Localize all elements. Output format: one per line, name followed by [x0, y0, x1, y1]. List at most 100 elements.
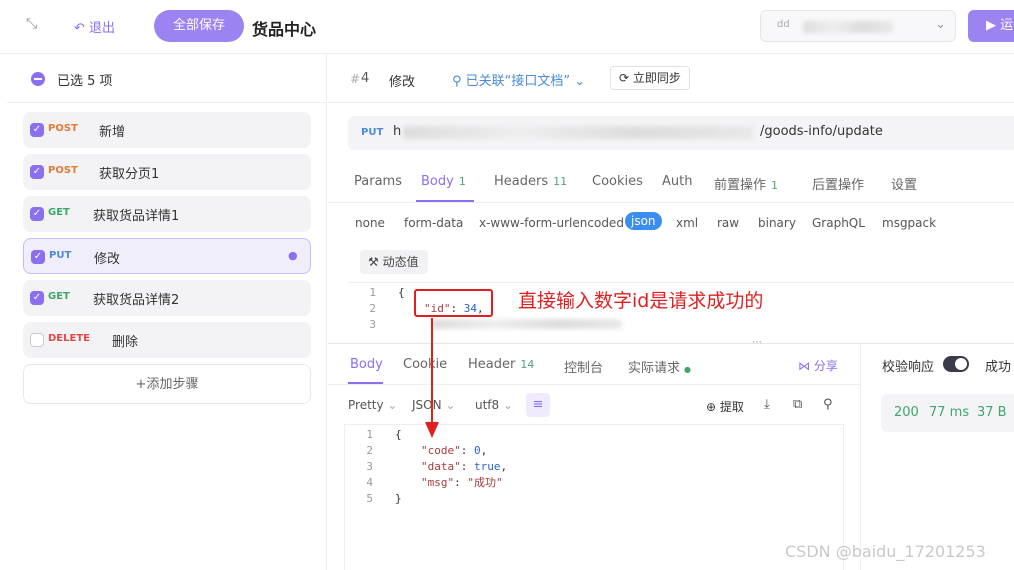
env-name-redacted [803, 21, 893, 33]
dynamic-value-button[interactable]: ⚒ 动态值 [360, 250, 428, 274]
step-checkbox[interactable]: ✓ [30, 123, 44, 137]
url-suffix: /goods-info/update [760, 124, 883, 139]
validate-toggle[interactable] [943, 356, 969, 372]
sync-button[interactable]: ⟳ 立即同步 [610, 66, 690, 90]
annotation-box [414, 289, 493, 317]
select-all-checkbox[interactable] [31, 72, 45, 86]
extract-button[interactable]: ⊕ 提取 [706, 398, 744, 415]
body-format-option[interactable]: x-www-form-urlencoded [479, 216, 624, 230]
copy-icon[interactable]: ⧉ [793, 397, 802, 412]
chevron-down-icon: ⌄ [935, 17, 946, 32]
selected-count: 已选 5 项 [57, 74, 113, 89]
tab-label: Cookies [592, 174, 643, 189]
request-tab[interactable]: Headers 11 [494, 174, 567, 189]
validation-panel: 校验响应 成功 200 77 ms 37 B [860, 344, 1014, 570]
step-name: 获取货品详情1 [93, 209, 180, 224]
request-tab[interactable]: 设置 [891, 174, 917, 193]
tab-label: Auth [662, 174, 693, 189]
step-item[interactable]: ✓ PUT 修改 ● [23, 238, 311, 274]
step-checkbox[interactable]: ✓ [30, 291, 44, 305]
body-format-option[interactable]: GraphQL [812, 216, 865, 230]
body-format-option[interactable]: msgpack [882, 216, 936, 230]
code-line: } [395, 492, 402, 505]
tab-label: 前置操作 [714, 178, 767, 193]
tab-label: Body [350, 357, 383, 372]
format-button[interactable]: ≡ [526, 393, 550, 417]
undo-icon: ↶ [74, 21, 85, 36]
save-all-button[interactable]: 全部保存 [154, 10, 244, 42]
step-name: 获取货品详情2 [93, 293, 180, 308]
run-button[interactable]: ▶ 运 [968, 10, 1014, 42]
play-icon: ▶ [986, 18, 996, 33]
body-format-option[interactable]: binary [758, 216, 796, 230]
url-redacted [403, 126, 753, 139]
body-format-option[interactable]: form-data [404, 216, 463, 230]
step-name: 修改 [389, 75, 416, 90]
request-tab[interactable]: Body 1 [421, 174, 466, 189]
method-badge: PUT [49, 250, 72, 261]
tab-label: Header [468, 357, 516, 372]
chevron-down-icon: ⌄ [445, 398, 456, 412]
method-badge: DELETE [48, 333, 90, 344]
body-format-option[interactable]: none [355, 216, 385, 230]
request-tab[interactable]: Cookies [592, 174, 643, 189]
code-line: "msg": "成功" [421, 476, 503, 489]
encoding-select[interactable]: utf8 ⌄ [475, 398, 513, 412]
response-panel: Body Cookie Header 14 控制台 实际请求 ● ⋈ 分享 Pretty ⌄… [328, 344, 860, 570]
response-tab[interactable]: 控制台 [564, 357, 603, 376]
exit-label: 退出 [89, 21, 116, 36]
body-format-option[interactable]: raw [717, 216, 739, 230]
step-item[interactable]: ✓ GET 获取货品详情1 [23, 196, 311, 232]
request-tab[interactable]: Auth [662, 174, 692, 189]
search-icon[interactable]: ⚲ [823, 397, 833, 412]
step-item[interactable]: ✓ GET 获取货品详情2 [23, 280, 311, 316]
line-number: 1 [366, 428, 373, 441]
response-body: 1 2 3 4 5 { "code": 0, "data": true, "msg": … [344, 424, 844, 570]
top-bar: ⤡ ↶ 退出 全部保存 货品中心 dd ⌄ ▶ 运 [0, 0, 1014, 54]
linked-label: 已关联“接口文档” [465, 74, 571, 89]
method-badge: GET [48, 291, 70, 302]
environment-select[interactable]: dd ⌄ [760, 10, 956, 42]
line-number: 3 [369, 318, 376, 331]
tab-label: 后置操作 [812, 178, 865, 193]
request-tab[interactable]: 前置操作 1 [714, 174, 778, 193]
download-icon[interactable]: ⤓ [764, 397, 770, 412]
linked-doc-link[interactable]: ⚲ 已关联“接口文档” ⌄ [452, 70, 585, 89]
line-number: 5 [366, 492, 373, 505]
add-step-button[interactable]: +添加步骤 [23, 364, 311, 404]
response-tab[interactable]: Body [350, 357, 383, 372]
exit-button[interactable]: ↶ 退出 [74, 17, 115, 36]
method-badge: GET [48, 207, 70, 218]
code-redacted [432, 319, 622, 329]
collapse-icon[interactable]: ⤡ [26, 16, 37, 32]
steps-panel: 已选 5 项 ✓ POST 新增 ✓ POST 获取分页1 ✓ GET 获取货品详情1 ✓ PUT 修… [7, 54, 327, 570]
body-format-option[interactable]: xml [676, 216, 698, 230]
response-tab[interactable]: Header 14 [468, 357, 534, 372]
step-checkbox[interactable] [30, 333, 44, 347]
response-time: 77 ms [929, 405, 970, 420]
step-item[interactable]: ✓ POST 获取分页1 [23, 154, 311, 190]
step-checkbox[interactable]: ✓ [30, 165, 44, 179]
tab-label: 设置 [891, 178, 918, 193]
step-item[interactable]: ✓ POST 新增 [23, 112, 311, 148]
step-item[interactable]: DELETE 删除 [23, 322, 311, 358]
request-tab[interactable]: 后置操作 [812, 174, 864, 193]
url-bar[interactable]: PUT h /goods-info/update [348, 116, 1014, 150]
refresh-icon: ⟳ [619, 71, 630, 85]
request-tab[interactable]: Params [354, 174, 402, 189]
body-format-option[interactable]: json [625, 212, 662, 230]
extract-label: 提取 [719, 400, 744, 414]
wand-icon: ⚒ [368, 255, 379, 269]
share-button[interactable]: ⋈ 分享 [798, 357, 838, 374]
tab-label: 控制台 [564, 361, 604, 376]
step-checkbox[interactable]: ✓ [31, 250, 45, 264]
view-mode-select[interactable]: Pretty ⌄ [348, 398, 397, 412]
hash-icon: # [350, 72, 361, 86]
chevron-down-icon: ⌄ [503, 398, 514, 412]
response-tab[interactable]: 实际请求 ● [628, 357, 691, 376]
dynamic-value-label: 动态值 [382, 255, 419, 269]
step-checkbox[interactable]: ✓ [30, 207, 44, 221]
run-label: 运 [1000, 18, 1014, 33]
chevron-down-icon: ⌄ [387, 398, 398, 412]
unsaved-dot: ● [288, 249, 298, 262]
